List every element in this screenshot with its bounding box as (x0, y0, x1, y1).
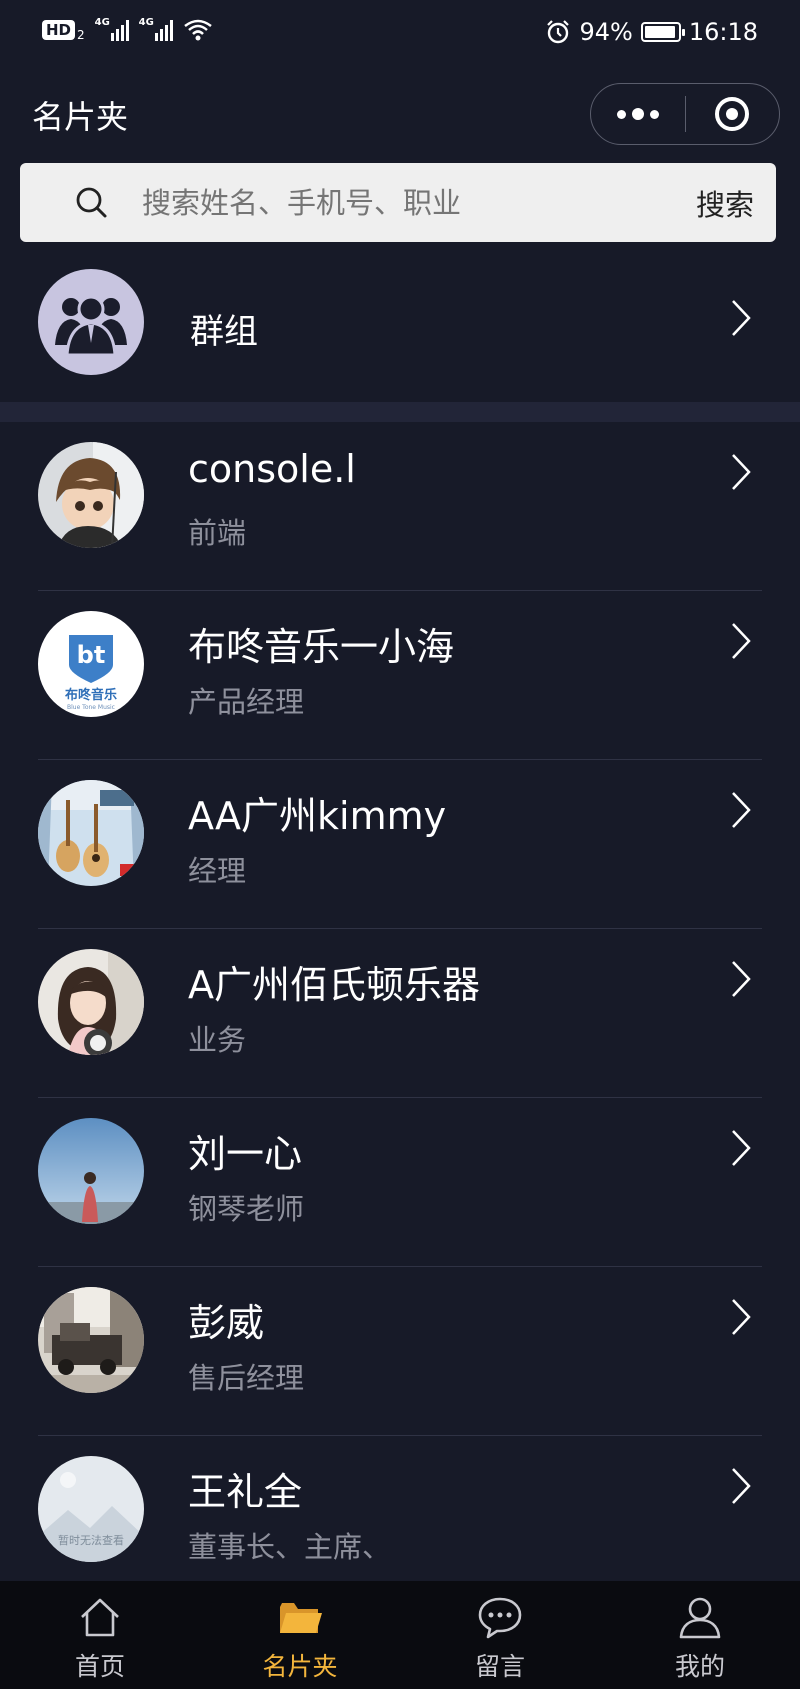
alarm-icon (547, 20, 570, 44)
more-button[interactable] (591, 84, 685, 144)
avatar (38, 1118, 144, 1224)
contact-title: 产品经理 (188, 685, 305, 719)
clock-time: 16:18 (688, 18, 758, 46)
signal-icon: 4G (94, 17, 129, 41)
contact-title: 经理 (188, 854, 247, 888)
battery-fill (644, 26, 675, 38)
contact-list: console.l 前端 bt 布咚音乐 Blue Tone Music 布咚音… (0, 422, 800, 1605)
chevron-right-icon (732, 792, 751, 828)
search-button[interactable]: 搜索 (696, 182, 754, 224)
wifi-icon (183, 19, 212, 41)
logo-text: 布咚音乐 (65, 687, 117, 703)
signal-icon: 4G (138, 17, 173, 41)
net-type-label: 4G (94, 17, 110, 28)
group-row[interactable]: 群组 (0, 252, 800, 402)
tab-cardholder[interactable]: 名片夹 (200, 1581, 400, 1689)
contact-name: 刘一心 (188, 1132, 303, 1176)
tab-bar: 首页 名片夹 留言 我的 (0, 1581, 800, 1689)
avatar (38, 1287, 144, 1393)
mini-program-capsule (590, 83, 780, 145)
contact-name: A广州佰氏顿乐器 (188, 963, 480, 1007)
tab-label: 首页 (74, 1652, 125, 1681)
avatar: bt 布咚音乐 Blue Tone Music (38, 611, 144, 717)
group-label: 群组 (190, 312, 258, 352)
contact-item[interactable]: 彭威 售后经理 (0, 1267, 800, 1436)
avatar (38, 780, 144, 886)
contact-name: console.l (188, 447, 356, 491)
search-input[interactable] (140, 184, 696, 221)
tab-label: 名片夹 (262, 1652, 338, 1681)
contact-title: 钢琴老师 (188, 1192, 305, 1226)
avatar: 暂时无法查看 (38, 1456, 144, 1562)
tab-label: 我的 (674, 1652, 725, 1681)
close-miniprogram-button[interactable] (686, 84, 780, 144)
chevron-right-icon (732, 454, 751, 490)
page-title: 名片夹 (32, 98, 129, 136)
contact-name: 布咚音乐一小海 (188, 625, 455, 669)
chevron-right-icon (732, 1468, 751, 1504)
chat-bubble-icon (478, 1597, 522, 1639)
chevron-right-icon (732, 1130, 751, 1166)
group-avatar (38, 269, 144, 375)
status-bar: HD 2 4G 4G 94% 16:18 (0, 0, 800, 70)
contact-item[interactable]: AA广州kimmy 经理 (0, 760, 800, 929)
search-bar: 搜索 (20, 163, 776, 242)
battery-percent: 94% (579, 18, 633, 46)
tab-label: 留言 (474, 1652, 525, 1681)
contact-item[interactable]: bt 布咚音乐 Blue Tone Music 布咚音乐一小海 产品经理 (0, 591, 800, 760)
tab-home[interactable]: 首页 (0, 1581, 200, 1689)
contact-item[interactable]: console.l 前端 (0, 422, 800, 591)
chevron-right-icon (732, 1299, 751, 1335)
avatar (38, 442, 144, 548)
contact-item[interactable]: 刘一心 钢琴老师 (0, 1098, 800, 1267)
chevron-right-icon (732, 300, 751, 336)
contact-name: 彭威 (188, 1301, 265, 1345)
more-dots-icon (616, 108, 659, 120)
chevron-right-icon (732, 961, 751, 997)
avatar (38, 949, 144, 1055)
group-people-icon (55, 295, 127, 357)
search-icon (76, 187, 107, 217)
avatar-placeholder-text: 暂时无法查看 (58, 1533, 124, 1547)
contact-name: AA广州kimmy (188, 794, 447, 838)
target-icon (715, 97, 750, 131)
tab-profile[interactable]: 我的 (600, 1581, 800, 1689)
logo-subtext: Blue Tone Music (67, 704, 115, 711)
battery-icon (640, 22, 685, 42)
hd-sub: 2 (77, 28, 85, 42)
contact-item[interactable]: 暂时无法查看 王礼全 董事长、主席、 (0, 1436, 800, 1605)
user-icon (679, 1597, 721, 1639)
folder-icon (280, 1603, 322, 1633)
section-divider (0, 402, 800, 422)
contact-title: 业务 (188, 1023, 247, 1057)
contact-title: 售后经理 (188, 1361, 305, 1395)
logo-mark: bt (77, 641, 106, 669)
contact-title: 前端 (188, 516, 247, 550)
contact-title: 董事长、主席、 (188, 1530, 392, 1564)
contact-item[interactable]: A广州佰氏顿乐器 业务 (0, 929, 800, 1098)
home-icon (81, 1598, 119, 1637)
contact-name: 王礼全 (188, 1470, 303, 1514)
hd-badge: HD (42, 20, 76, 40)
tab-messages[interactable]: 留言 (400, 1581, 600, 1689)
net-type-label: 4G (138, 17, 154, 28)
chevron-right-icon (732, 623, 751, 659)
